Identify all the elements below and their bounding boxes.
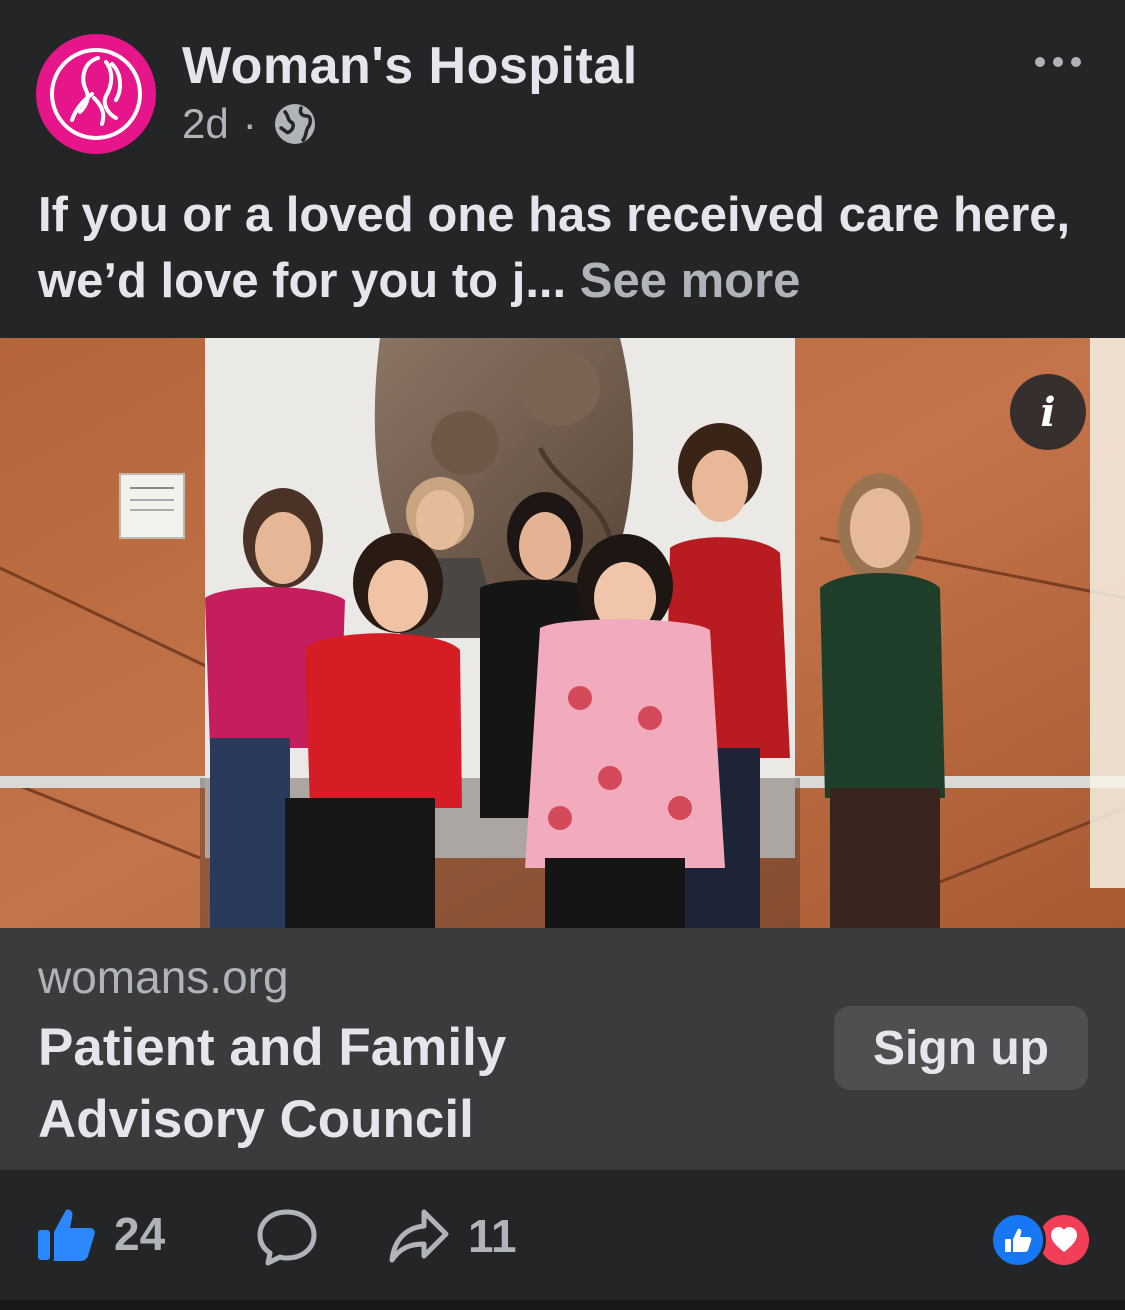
post-actions-bar: 24 11 bbox=[0, 1170, 1125, 1310]
post-text-body: If you or a loved one has received care … bbox=[38, 188, 1071, 308]
more-options-button[interactable] bbox=[1030, 44, 1086, 80]
dot-icon bbox=[1035, 57, 1045, 67]
post-header: Woman's Hospital 2d · bbox=[0, 0, 1125, 180]
comment-button[interactable] bbox=[256, 1208, 318, 1266]
link-preview-card[interactable]: womans.org Patient and Family Advisory C… bbox=[0, 928, 1125, 1170]
like-button[interactable]: 24 bbox=[36, 1204, 165, 1264]
info-icon[interactable]: i bbox=[1010, 374, 1086, 450]
link-title: Patient and Family Advisory Council bbox=[38, 1018, 507, 1149]
hospital-logo-icon bbox=[50, 48, 142, 140]
dot-icon bbox=[1053, 57, 1063, 67]
heart-icon bbox=[1051, 1227, 1077, 1252]
page-avatar[interactable] bbox=[36, 34, 156, 154]
post-divider bbox=[0, 1300, 1125, 1310]
thumbs-up-icon bbox=[1005, 1228, 1032, 1252]
comment-icon bbox=[257, 1209, 317, 1266]
reaction-summary[interactable] bbox=[990, 1212, 1092, 1268]
share-icon bbox=[389, 1209, 449, 1263]
group-photo-image bbox=[0, 338, 1125, 928]
like-reaction-icon bbox=[990, 1212, 1046, 1268]
dot-icon bbox=[1071, 57, 1081, 67]
like-count: 24 bbox=[114, 1208, 166, 1260]
post-meta: 2d · bbox=[182, 100, 319, 148]
meta-separator: · bbox=[242, 100, 257, 147]
post-time[interactable]: 2d bbox=[182, 100, 229, 148]
post-text: If you or a loved one has received care … bbox=[38, 182, 1098, 314]
share-button[interactable]: 11 bbox=[388, 1208, 517, 1264]
see-more-link[interactable]: See more bbox=[580, 254, 801, 308]
sign-up-button[interactable]: Sign up bbox=[834, 1006, 1088, 1090]
share-count: 11 bbox=[468, 1210, 517, 1262]
link-domain: womans.org bbox=[38, 951, 289, 1003]
page-name[interactable]: Woman's Hospital bbox=[182, 36, 638, 96]
thumbs-up-icon bbox=[38, 1209, 95, 1261]
post-photo[interactable] bbox=[0, 338, 1125, 928]
globe-icon bbox=[274, 104, 315, 144]
